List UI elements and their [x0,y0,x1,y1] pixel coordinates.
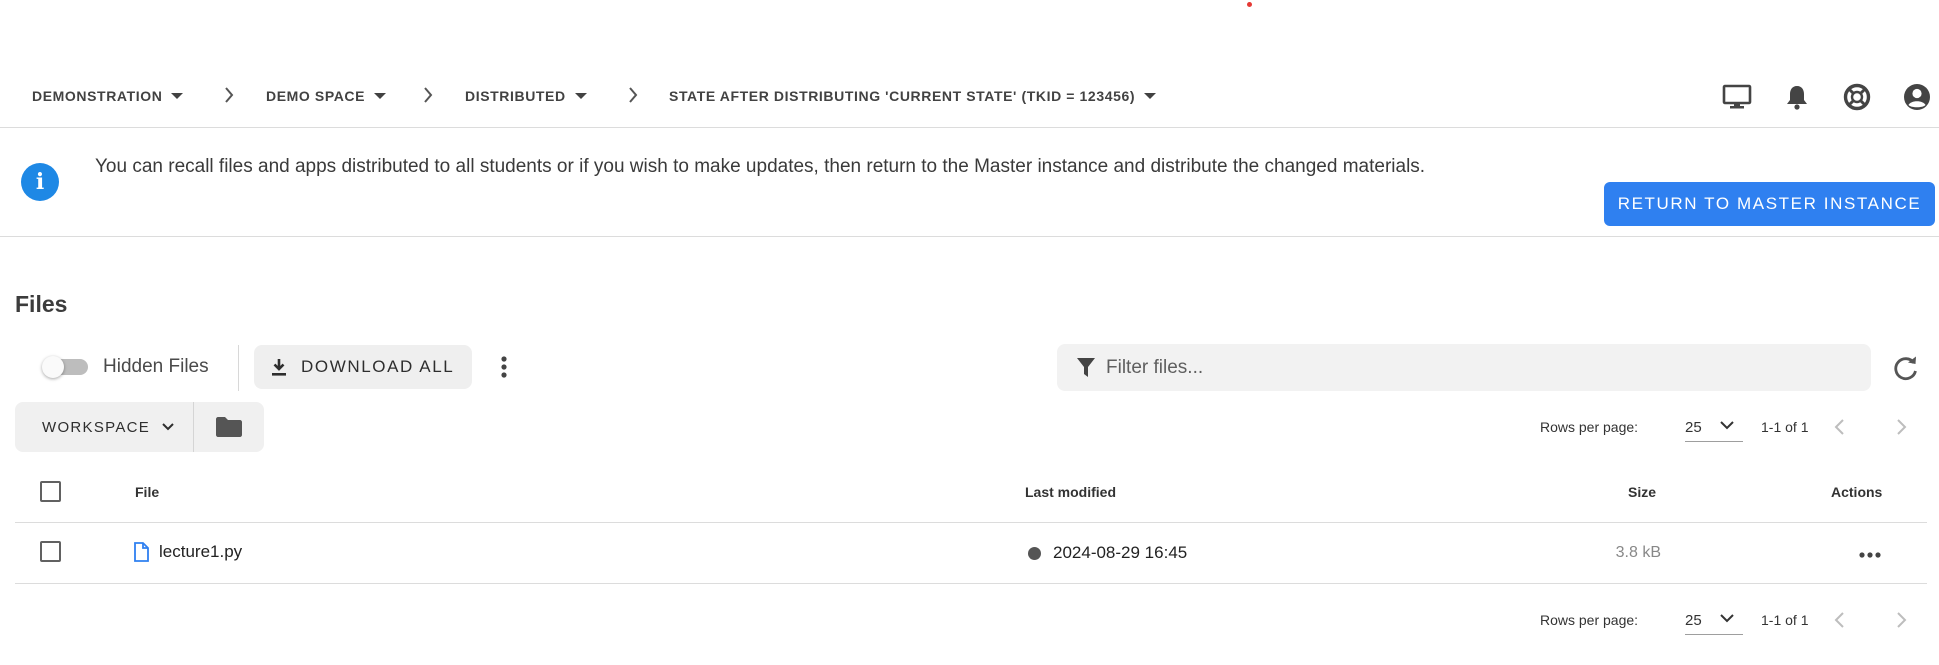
files-title: Files [15,291,68,317]
column-size[interactable]: Size [1628,484,1656,500]
refresh-icon[interactable] [1892,354,1920,382]
chevron-down-icon [1720,614,1734,623]
breadcrumb-demonstration[interactable]: DEMONSTRATION [32,88,184,104]
chevron-right-icon [629,87,638,103]
select-all-checkbox[interactable] [40,481,61,502]
bell-icon[interactable] [1782,82,1812,112]
column-file[interactable]: File [135,484,159,500]
column-actions: Actions [1831,484,1883,500]
filter-icon [1077,357,1095,377]
caret-down-icon [1144,93,1157,99]
filter-files-input[interactable] [1106,356,1806,379]
hidden-files-toggle[interactable] [42,356,94,378]
more-options-icon[interactable] [492,352,516,382]
caret-down-icon [374,93,387,99]
next-page-icon[interactable] [1890,609,1912,631]
toggle-thumb [42,356,64,378]
info-banner: i You can recall files and apps distribu… [0,129,1939,237]
pagination-bottom: Rows per page: 25 1-1 of 1 [1540,605,1920,635]
status-dot [1028,546,1041,560]
caret-down-icon [171,93,184,99]
lifebuoy-icon[interactable] [1842,82,1872,112]
pagination-range: 1-1 of 1 [1761,419,1809,435]
table-header: File Last modified Size Actions [15,463,1927,523]
breadcrumb-label: DEMO SPACE [266,88,366,104]
breadcrumb-demo-space[interactable]: DEMO SPACE [266,88,387,104]
hidden-files-label: Hidden Files [103,356,209,377]
folder-icon[interactable] [194,402,264,452]
previous-page-icon[interactable] [1829,609,1851,631]
breadcrumb-label: DISTRIBUTED [465,88,566,104]
breadcrumb-distributed[interactable]: DISTRIBUTED [465,88,587,104]
workspace-group: WORKSPACE [15,402,264,452]
rows-per-page-label: Rows per page: [1540,419,1639,435]
download-all-label: DOWNLOAD ALL [301,357,455,376]
return-to-master-button[interactable]: RETURN TO MASTER INSTANCE [1604,182,1935,226]
chevron-right-icon [424,87,433,103]
toolbar-divider [238,345,239,391]
table-row: lecture1.py 2024-08-29 16:45 3.8 kB [15,524,1927,584]
file-link[interactable]: lecture1.py [133,542,242,562]
banner-message: You can recall files and apps distribute… [95,156,1426,177]
rows-per-page-value: 25 [1685,612,1702,629]
download-icon [272,359,286,376]
breadcrumb-label: STATE AFTER DISTRIBUTING 'CURRENT STATE'… [669,88,1136,104]
file-icon [134,542,149,562]
monitor-icon[interactable] [1722,82,1752,112]
breadcrumb: DEMONSTRATION DEMO SPACE DISTRIBUTED STA… [0,66,1939,128]
pagination-range: 1-1 of 1 [1761,612,1809,628]
row-checkbox[interactable] [40,541,61,562]
workspace-label: WORKSPACE [42,418,151,436]
chevron-down-icon [1720,421,1734,430]
pagination-top: Rows per page: 25 1-1 of 1 [1540,412,1920,442]
chevron-right-icon [225,87,234,103]
next-page-icon[interactable] [1890,416,1912,438]
rows-per-page-label: Rows per page: [1540,612,1639,628]
chevron-down-icon [162,423,174,431]
rows-per-page-select[interactable]: 25 [1685,412,1743,442]
account-circle-icon[interactable] [1902,82,1932,112]
download-all-button[interactable]: DOWNLOAD ALL [254,345,472,389]
file-name: lecture1.py [159,542,243,561]
info-icon: i [21,163,59,201]
last-modified-cell: 2024-08-29 16:45 [1028,543,1187,563]
row-actions-icon[interactable] [1855,544,1885,566]
rows-per-page-select[interactable]: 25 [1685,605,1743,635]
indicator-dot [1247,2,1252,7]
workspace-select[interactable]: WORKSPACE [15,402,193,452]
last-modified-value: 2024-08-29 16:45 [1053,543,1188,562]
breadcrumb-label: DEMONSTRATION [32,88,163,104]
breadcrumb-state[interactable]: STATE AFTER DISTRIBUTING 'CURRENT STATE'… [669,88,1157,104]
previous-page-icon[interactable] [1829,416,1851,438]
column-last-modified[interactable]: Last modified [1025,484,1116,500]
rows-per-page-value: 25 [1685,419,1702,436]
filter-files-field[interactable] [1057,344,1871,391]
caret-down-icon [574,93,587,99]
file-size: 3.8 kB [1615,544,1661,561]
